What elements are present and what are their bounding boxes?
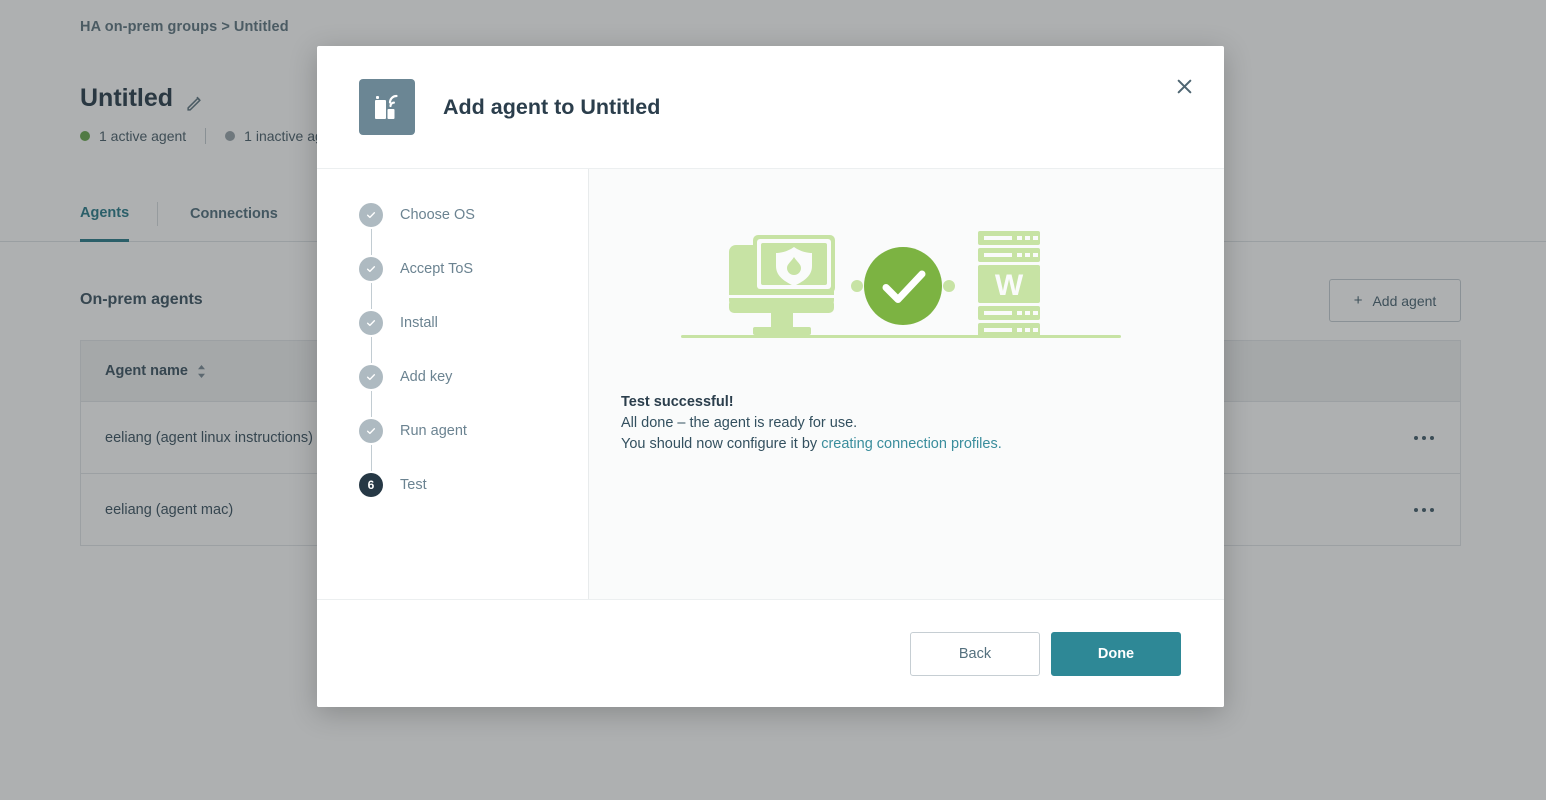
- success-check-circle-icon: [864, 247, 942, 325]
- modal-header: Add agent to Untitled: [317, 46, 1224, 169]
- result-line-2: All done – the agent is ready for use.: [621, 413, 1180, 434]
- step-item-test[interactable]: 6 Test: [359, 471, 588, 499]
- screen: HA on-prem groups>Untitled Untitled 1 ac…: [0, 0, 1546, 800]
- step-item-install[interactable]: Install: [359, 309, 588, 337]
- check-icon: [359, 365, 383, 389]
- result-line-3-prefix: You should now configure it by: [621, 436, 821, 452]
- step-item-accept-tos[interactable]: Accept ToS: [359, 255, 588, 283]
- step-number-badge: 6: [359, 473, 383, 497]
- back-button[interactable]: Back: [910, 632, 1040, 676]
- check-icon: [359, 203, 383, 227]
- step-connector: [371, 391, 372, 417]
- result-message: Test successful! All done – the agent is…: [621, 392, 1180, 455]
- step-label: Run agent: [400, 423, 467, 439]
- step-connector: [371, 283, 372, 309]
- step-content-test: W Test successful! All done – the agent …: [589, 169, 1224, 599]
- server-label: W: [994, 269, 1023, 302]
- add-agent-modal: Add agent to Untitled Choose OS: [317, 46, 1224, 707]
- step-item-run-agent[interactable]: Run agent: [359, 417, 588, 445]
- step-label: Choose OS: [400, 207, 475, 223]
- close-icon[interactable]: [1164, 66, 1204, 106]
- result-line-3: You should now configure it by creating …: [621, 434, 1180, 455]
- modal-body: Choose OS Accept ToS Install: [317, 169, 1224, 599]
- step-connector: [371, 337, 372, 363]
- done-button[interactable]: Done: [1051, 632, 1181, 676]
- step-item-choose-os[interactable]: Choose OS: [359, 201, 588, 229]
- result-heading: Test successful!: [621, 392, 1180, 413]
- step-connector: [371, 445, 372, 471]
- illustration-svg: W: [681, 223, 1121, 348]
- success-illustration: W: [621, 223, 1180, 348]
- step-label: Accept ToS: [400, 261, 473, 277]
- modal-title: Add agent to Untitled: [443, 95, 660, 120]
- check-icon: [359, 419, 383, 443]
- step-item-add-key[interactable]: Add key: [359, 363, 588, 391]
- check-icon: [359, 257, 383, 281]
- on-prem-agent-building-antenna-icon: [359, 79, 415, 135]
- step-label: Test: [400, 477, 427, 493]
- check-icon: [359, 311, 383, 335]
- creating-connection-profiles-link[interactable]: creating connection profiles.: [821, 436, 1002, 452]
- step-connector: [371, 229, 372, 255]
- step-list: Choose OS Accept ToS Install: [317, 169, 589, 599]
- modal-footer: Back Done: [317, 599, 1224, 707]
- step-label: Install: [400, 315, 438, 331]
- step-label: Add key: [400, 369, 452, 385]
